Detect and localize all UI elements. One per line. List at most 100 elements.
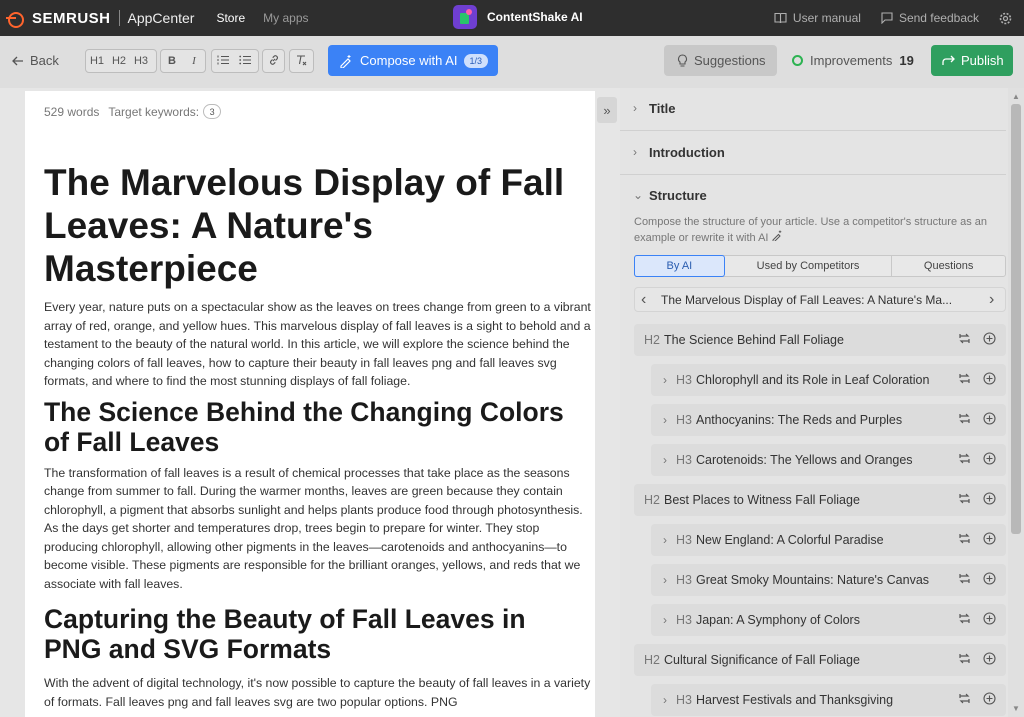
scroll-down-icon[interactable]: ▼ bbox=[1012, 704, 1020, 713]
bullet-list-icon[interactable] bbox=[234, 55, 256, 68]
italic-button[interactable]: I bbox=[183, 55, 205, 67]
swap-icon[interactable] bbox=[958, 572, 971, 585]
send-feedback-label: Send feedback bbox=[898, 11, 979, 25]
structure-section-header[interactable]: ⌄ Structure bbox=[620, 185, 1006, 205]
chevron-right-icon[interactable]: › bbox=[663, 693, 667, 707]
panel-scrollbar[interactable]: ▲ ▼ bbox=[1008, 88, 1024, 717]
outline-row-h3[interactable]: › H3 Japan: A Symphony of Colors bbox=[651, 604, 1006, 636]
link-icon[interactable] bbox=[263, 54, 284, 69]
chevron-right-icon[interactable]: › bbox=[663, 413, 667, 427]
h2-button[interactable]: H2 bbox=[108, 55, 130, 67]
swap-icon[interactable] bbox=[958, 372, 971, 385]
divider bbox=[620, 130, 1006, 131]
arrow-left-icon bbox=[12, 56, 23, 65]
publish-button[interactable]: Publish bbox=[931, 45, 1013, 76]
heading-text: New England: A Colorful Paradise bbox=[695, 533, 884, 547]
clear-format-icon[interactable] bbox=[290, 54, 312, 69]
suggestions-button[interactable]: Suggestions bbox=[664, 45, 777, 76]
swap-icon[interactable] bbox=[958, 612, 971, 625]
intro-paragraph[interactable]: Every year, nature puts on a spectacular… bbox=[44, 298, 594, 391]
send-feedback-link[interactable]: Send feedback bbox=[881, 11, 979, 25]
add-circle-icon[interactable] bbox=[983, 372, 996, 385]
scroll-up-icon[interactable]: ▲ bbox=[1012, 92, 1020, 101]
add-circle-icon[interactable] bbox=[983, 332, 996, 345]
row-actions bbox=[946, 572, 996, 585]
heading-level: H3 bbox=[676, 693, 692, 707]
swap-icon[interactable] bbox=[958, 492, 971, 505]
tab-by-ai[interactable]: By AI bbox=[634, 255, 725, 277]
swap-icon[interactable] bbox=[958, 652, 971, 665]
chevron-right-icon[interactable]: › bbox=[663, 453, 667, 467]
article-editor[interactable]: 529 words Target keywords: 3 The Marvelo… bbox=[25, 91, 595, 717]
add-circle-icon[interactable] bbox=[983, 692, 996, 705]
chevron-right-icon[interactable]: › bbox=[663, 373, 667, 387]
style-group: B I bbox=[160, 49, 206, 73]
add-circle-icon[interactable] bbox=[983, 572, 996, 585]
add-circle-icon[interactable] bbox=[983, 412, 996, 425]
add-circle-icon[interactable] bbox=[983, 452, 996, 465]
publish-label: Publish bbox=[961, 53, 1004, 68]
outline-row-h3[interactable]: › H3 New England: A Colorful Paradise bbox=[651, 524, 1006, 556]
outline-row-h3[interactable]: › H3 Chlorophyll and its Role in Leaf Colo… bbox=[651, 364, 1006, 396]
settings-button[interactable] bbox=[999, 12, 1018, 25]
chevron-right-icon[interactable]: › bbox=[989, 291, 1001, 309]
swap-icon[interactable] bbox=[958, 452, 971, 465]
chevron-right-icon: › bbox=[633, 145, 637, 159]
back-button[interactable]: Back bbox=[12, 53, 59, 68]
heading-text: The Science Behind Fall Foliage bbox=[663, 333, 844, 347]
add-circle-icon[interactable] bbox=[983, 612, 996, 625]
chevron-left-icon[interactable]: ‹ bbox=[641, 291, 653, 309]
chevron-right-icon[interactable]: › bbox=[663, 613, 667, 627]
collapse-panel-button[interactable]: » bbox=[597, 97, 617, 123]
compose-label: Compose with AI bbox=[360, 53, 458, 68]
science-paragraph[interactable]: The transformation of fall leaves is a r… bbox=[44, 464, 594, 594]
improvements-button[interactable]: Improvements 19 bbox=[792, 53, 914, 68]
outline-row-h3[interactable]: › H3 Carotenoids: The Yellows and Oranges bbox=[651, 444, 1006, 476]
swap-icon[interactable] bbox=[958, 532, 971, 545]
outline-row-h3[interactable]: › H3 Anthocyanins: The Reds and Purples bbox=[651, 404, 1006, 436]
bold-button[interactable]: B bbox=[161, 55, 183, 67]
scrollbar-thumb[interactable] bbox=[1011, 104, 1021, 534]
outline-row-h2[interactable]: H2 Best Places to Witness Fall Foliage bbox=[634, 484, 1006, 516]
swap-icon[interactable] bbox=[958, 692, 971, 705]
gear-icon bbox=[999, 12, 1012, 24]
h1-button[interactable]: H1 bbox=[86, 55, 108, 67]
add-circle-icon[interactable] bbox=[983, 532, 996, 545]
swap-icon[interactable] bbox=[958, 412, 971, 425]
semrush-logo[interactable]: SEMRUSH AppCenter bbox=[6, 10, 194, 28]
heading-science[interactable]: The Science Behind the Changing Colors o… bbox=[44, 397, 564, 457]
heading-level: H3 bbox=[676, 413, 692, 427]
swap-icon[interactable] bbox=[958, 332, 971, 345]
tab-used-by-competitors[interactable]: Used by Competitors bbox=[725, 256, 893, 276]
outline-row-h2[interactable]: H2 Cultural Significance of Fall Foliage bbox=[634, 644, 1006, 676]
article-title[interactable]: The Marvelous Display of Fall Leaves: A … bbox=[44, 161, 584, 290]
nav-my-apps[interactable]: My apps bbox=[263, 11, 308, 25]
row-actions bbox=[946, 412, 996, 425]
heading-capture[interactable]: Capturing the Beauty of Fall Leaves in P… bbox=[44, 604, 564, 664]
target-keywords-badge[interactable]: 3 bbox=[203, 104, 222, 119]
introduction-section-label: Introduction bbox=[649, 144, 725, 160]
heading-level: H3 bbox=[676, 573, 692, 587]
outline-row-h2[interactable]: H2 The Science Behind Fall Foliage bbox=[634, 324, 1006, 356]
outline-row-h3[interactable]: › H3 Great Smoky Mountains: Nature's Canva… bbox=[651, 564, 1006, 596]
add-circle-icon[interactable] bbox=[983, 492, 996, 505]
structure-panel: › Title › Introduction ⌄ Structure Compo… bbox=[620, 88, 1008, 717]
compose-with-ai-button[interactable]: Compose with AI 1/3 bbox=[328, 45, 498, 76]
introduction-section-header[interactable]: › Introduction bbox=[620, 142, 1006, 162]
h3-button[interactable]: H3 bbox=[130, 55, 152, 67]
tab-questions[interactable]: Questions bbox=[892, 256, 1005, 276]
add-circle-icon[interactable] bbox=[983, 652, 996, 665]
title-section-label: Title bbox=[649, 100, 676, 116]
heading-text: Anthocyanins: The Reds and Purples bbox=[695, 413, 903, 427]
heading-text: Great Smoky Mountains: Nature's Canvas bbox=[695, 573, 930, 587]
capture-paragraph[interactable]: With the advent of digital technology, i… bbox=[44, 674, 594, 711]
chevron-right-icon[interactable]: › bbox=[663, 533, 667, 547]
magic-pen-icon bbox=[772, 230, 781, 242]
numbered-list-icon[interactable] bbox=[212, 55, 234, 68]
chevron-right-icon[interactable]: › bbox=[663, 573, 667, 587]
outline-row-h3[interactable]: › H3 Harvest Festivals and Thanksgiving bbox=[651, 684, 1006, 716]
user-manual-link[interactable]: User manual bbox=[774, 11, 861, 25]
title-section-header[interactable]: › Title bbox=[620, 98, 1006, 118]
word-count: 529 words bbox=[44, 104, 100, 119]
nav-store[interactable]: Store bbox=[216, 11, 245, 25]
